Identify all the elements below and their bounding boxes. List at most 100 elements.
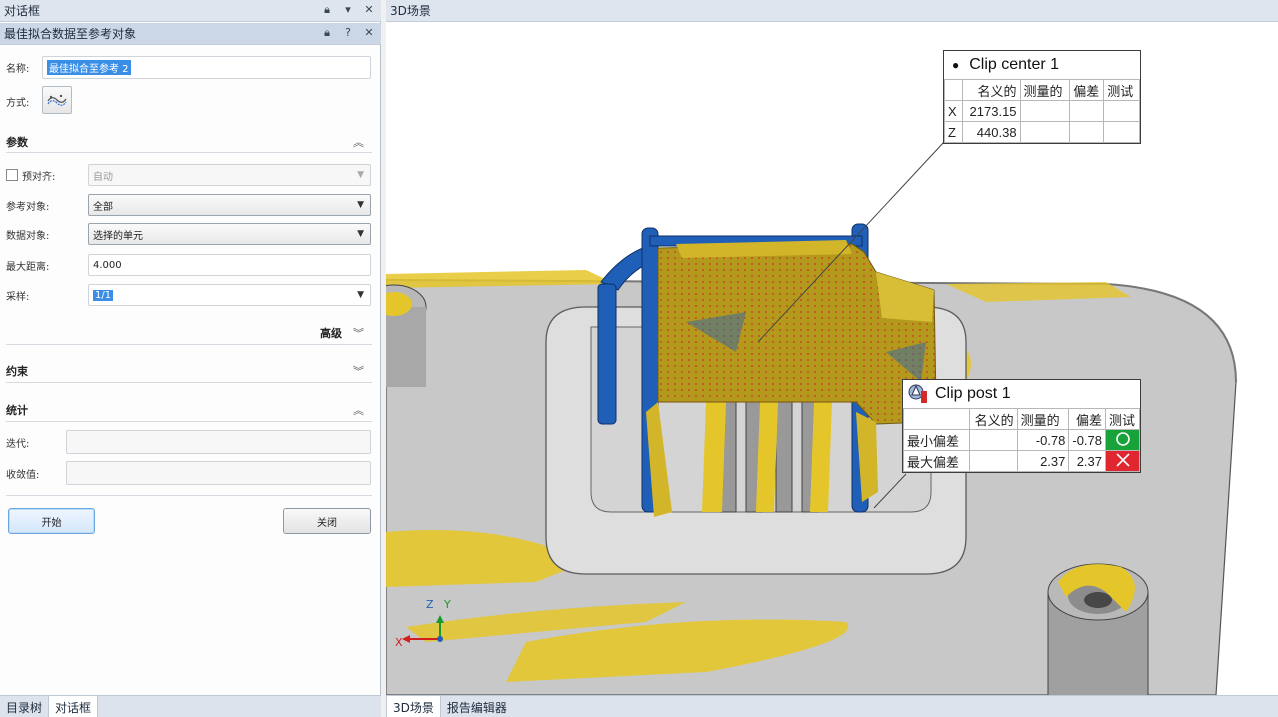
surface-deviation-icon — [908, 384, 927, 403]
clip-center-header: ● Clip center 1 — [944, 51, 1140, 79]
pin-icon[interactable]: 🔒︎ — [321, 3, 333, 17]
3d-viewport[interactable]: Z Y X ● Clip center 1 名义的 测量的 偏差 测试 X 21… — [386, 22, 1278, 695]
dialog-subtitle-bar: 最佳拟合数据至参考对象 🔒︎ ? ✕ — [0, 23, 381, 45]
clip-post-title: Clip post 1 — [935, 385, 1011, 402]
scene-title: 3D场景 — [390, 4, 431, 18]
data-object-value: 选择的单元 — [93, 230, 143, 242]
method-label: 方式: — [6, 97, 30, 109]
nominal-cell: 440.38 — [961, 121, 1021, 143]
pre-align-select[interactable]: 自动 ▼ — [88, 164, 371, 186]
chevron-down-icon: ▼ — [357, 290, 364, 300]
max-distance-input[interactable]: 4.000 — [88, 254, 371, 276]
table-row: Z 440.38 — [944, 121, 1140, 143]
deviation-cell: 2.37 — [1068, 450, 1107, 472]
close-button[interactable]: 关闭 — [283, 508, 371, 534]
test-pass-cell — [1105, 429, 1140, 451]
row-label-cell: 最大偏差 — [903, 450, 970, 472]
table-row: 最大偏差 2.37 2.37 — [903, 450, 1140, 472]
column-header: 名义的 — [968, 408, 1018, 430]
reference-label: 参考对象: — [6, 201, 50, 213]
axis-z-label: Z — [426, 598, 434, 611]
clip-post-header: Clip post 1 — [903, 380, 1140, 408]
measured-cell — [1019, 121, 1071, 143]
row-label-cell: 最小偏差 — [903, 429, 970, 451]
divider — [6, 495, 372, 496]
pin-icon[interactable]: 🔒︎ — [321, 26, 333, 40]
measured-cell: 2.37 — [1016, 450, 1070, 472]
test-cell — [1103, 121, 1140, 143]
tab-dialog[interactable]: 对话框 — [48, 696, 99, 717]
test-cell — [1103, 100, 1140, 122]
clip-post-annotation[interactable]: Clip post 1 名义的 测量的 偏差 测试 最小偏差 -0.78 -0.… — [902, 379, 1141, 473]
method-button[interactable] — [42, 86, 72, 114]
advanced-toggle[interactable]: 高级 — [320, 325, 342, 341]
divider — [6, 344, 372, 345]
tab-3d-scene[interactable]: 3D场景 — [386, 696, 441, 717]
axis-x-label: X — [395, 636, 403, 649]
dialog-subtitle: 最佳拟合数据至参考对象 — [4, 27, 137, 41]
convergence-label: 收敛值: — [6, 469, 40, 481]
chevron-down-icon: ▼ — [357, 229, 364, 239]
axis-cell: X — [944, 100, 963, 122]
max-distance-row: 最大距离: — [6, 254, 49, 276]
name-value: 最佳拟合至参考 2 — [47, 60, 131, 75]
deviation-cell: -0.78 — [1068, 429, 1107, 451]
tab-report-editor[interactable]: 报告编辑器 — [441, 696, 513, 717]
data-object-select[interactable]: 选择的单元 ▼ — [88, 223, 371, 245]
test-fail-cell — [1105, 450, 1140, 472]
statistics-header[interactable]: 统计 — [6, 402, 28, 418]
max-distance-value: 4.000 — [93, 259, 122, 271]
close-icon[interactable]: ✕ — [363, 26, 375, 40]
expand-advanced-icon[interactable]: ︾ — [353, 325, 364, 341]
clip-post-table: 名义的 测量的 偏差 测试 最小偏差 -0.78 -0.78 最大偏差 2.37… — [903, 408, 1140, 472]
reference-select[interactable]: 全部 ▼ — [88, 194, 371, 216]
method-row: 方式: — [6, 90, 29, 112]
expand-constraints-icon[interactable]: ︾ — [353, 363, 364, 379]
nominal-cell: 2173.15 — [961, 100, 1021, 122]
sampling-value: 1/1 — [93, 289, 114, 301]
constraints-header[interactable]: 约束 — [6, 363, 28, 379]
parameters-header: 参数 — [6, 136, 28, 149]
point-bullet-icon: ● — [952, 58, 960, 72]
table-header-row: 名义的 测量的 偏差 测试 — [944, 79, 1140, 101]
fail-cross-icon — [1115, 452, 1130, 467]
table-row: 最小偏差 -0.78 -0.78 — [903, 429, 1140, 451]
convergence-row: 收敛值: — [6, 462, 39, 484]
dialog-panel: 对话框 🔒︎ ▾ ✕ 最佳拟合数据至参考对象 🔒︎ ? ✕ 名称: 最佳拟合至参… — [0, 0, 381, 717]
column-header: 测量的 — [1016, 408, 1070, 430]
help-icon[interactable]: ? — [342, 26, 354, 40]
table-row: X 2173.15 — [944, 100, 1140, 122]
tab-tree[interactable]: 目录树 — [0, 696, 48, 717]
name-row: 名称: — [6, 56, 29, 78]
nominal-cell — [968, 429, 1018, 451]
pre-align-checkbox[interactable] — [6, 169, 18, 181]
data-object-label: 数据对象: — [6, 230, 50, 242]
max-distance-label: 最大距离: — [6, 261, 50, 273]
name-input[interactable]: 最佳拟合至参考 2 — [42, 56, 371, 79]
chevron-down-icon: ▼ — [357, 200, 364, 210]
menu-dropdown-icon[interactable]: ▾ — [342, 3, 354, 17]
collapse-parameters-icon[interactable]: ︽ — [353, 134, 364, 150]
clip-center-table: 名义的 测量的 偏差 测试 X 2173.15 Z 440.38 — [944, 79, 1140, 143]
3d-model-render — [386, 141, 1237, 695]
column-header: 测量的 — [1019, 79, 1071, 101]
sampling-label: 采样: — [6, 291, 30, 303]
column-header: 测试 — [1105, 408, 1140, 430]
column-header: 偏差 — [1069, 79, 1105, 101]
divider — [6, 421, 372, 422]
pre-align-value: 自动 — [93, 171, 113, 183]
clip-center-annotation[interactable]: ● Clip center 1 名义的 测量的 偏差 测试 X 2173.15 … — [943, 50, 1141, 144]
close-icon[interactable]: ✕ — [363, 3, 375, 17]
pre-align-row: 预对齐: — [6, 164, 55, 186]
pre-align-label: 预对齐: — [22, 171, 56, 183]
sampling-select[interactable]: 1/1 ▼ — [88, 284, 371, 306]
divider — [6, 382, 372, 383]
axis-cell: Z — [944, 121, 963, 143]
collapse-statistics-icon[interactable]: ︽ — [353, 402, 364, 418]
measured-cell: -0.78 — [1016, 429, 1070, 451]
scene-bottom-tabs: 3D场景 报告编辑器 — [386, 695, 1278, 717]
divider — [6, 152, 372, 153]
reference-row: 参考对象: — [6, 194, 49, 216]
convergence-value-field — [66, 461, 371, 485]
start-button[interactable]: 开始 — [8, 508, 95, 534]
